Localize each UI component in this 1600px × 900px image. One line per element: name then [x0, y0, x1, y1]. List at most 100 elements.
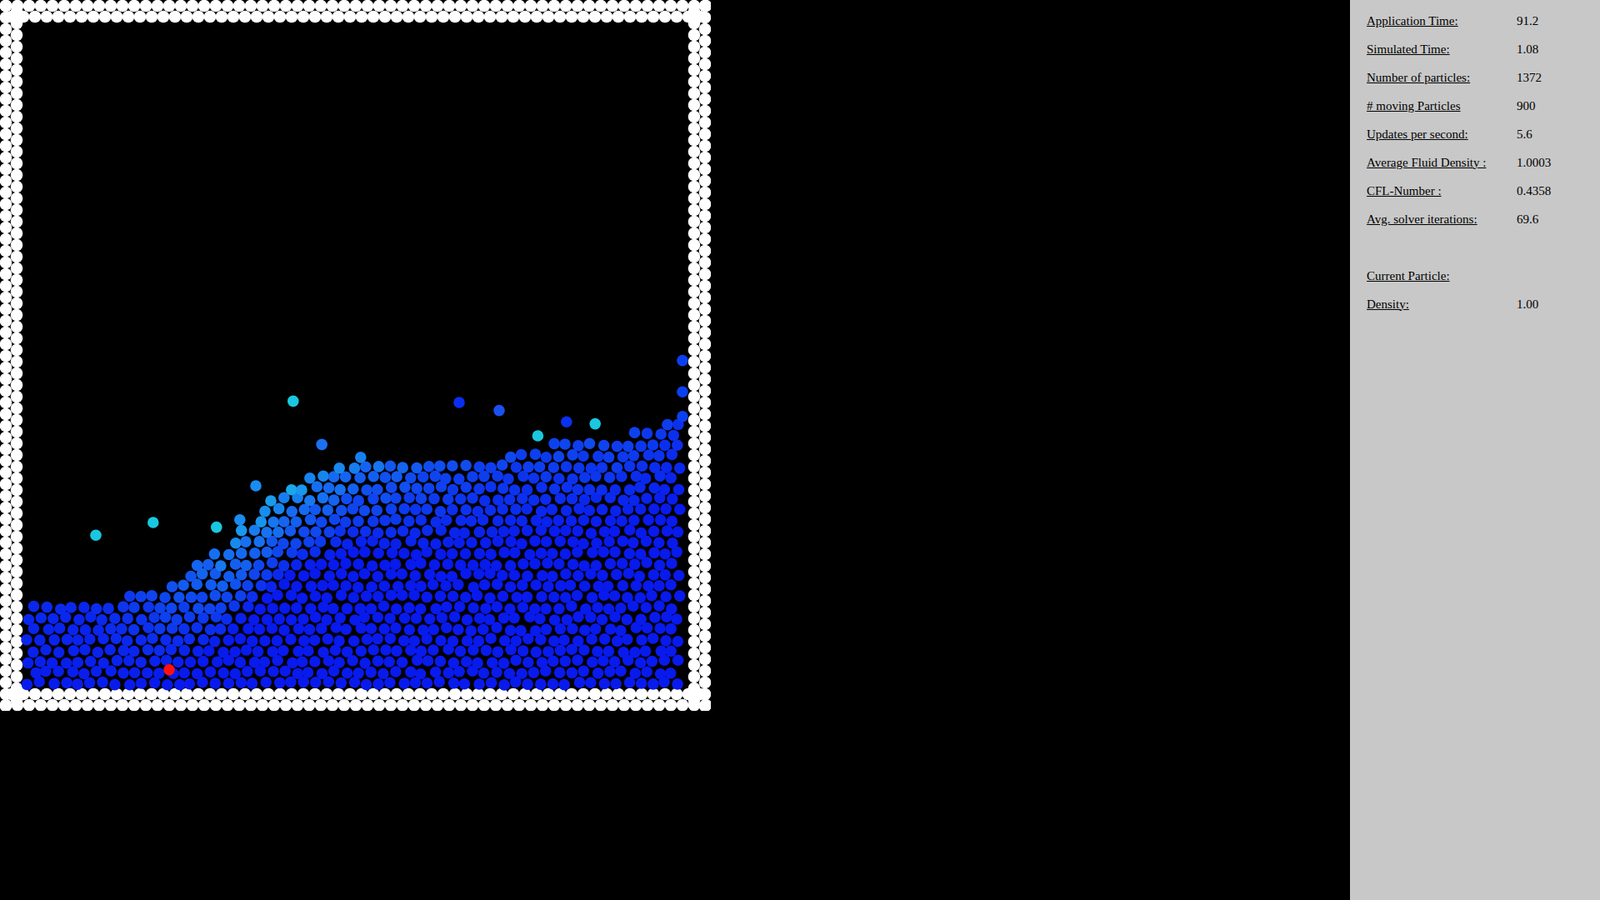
fluid-particle[interactable] [592, 450, 605, 463]
fluid-particle[interactable] [354, 472, 366, 485]
fluid-particle[interactable] [303, 535, 315, 548]
fluid-particle[interactable] [267, 516, 280, 529]
fluid-particle[interactable] [78, 668, 90, 680]
fluid-particle[interactable] [672, 526, 685, 539]
fluid-particle[interactable] [259, 656, 271, 669]
fluid-particle[interactable] [366, 560, 379, 572]
fluid-particle[interactable] [560, 568, 572, 580]
fluid-particle[interactable] [592, 667, 605, 680]
fluid-particle[interactable] [565, 515, 578, 527]
fluid-particle[interactable] [596, 461, 609, 474]
fluid-particle[interactable] [521, 591, 534, 604]
fluid-particle[interactable] [599, 525, 611, 538]
fluid-particle[interactable] [635, 677, 648, 690]
fluid-particle[interactable] [521, 525, 534, 537]
fluid-particle[interactable] [334, 484, 346, 496]
simulation-canvas[interactable] [0, 0, 711, 711]
fluid-particle[interactable] [398, 635, 410, 647]
fluid-particle[interactable] [286, 657, 299, 670]
fluid-particle[interactable] [452, 624, 465, 636]
fluid-particle[interactable] [673, 484, 685, 496]
fluid-particle[interactable] [217, 667, 230, 680]
fluid-particle[interactable] [508, 525, 520, 537]
fluid-particle[interactable] [20, 634, 33, 646]
fluid-particle[interactable] [654, 560, 666, 572]
fluid-particle[interactable] [655, 645, 668, 658]
fluid-particle[interactable] [571, 525, 584, 537]
fluid-particle[interactable] [54, 622, 66, 635]
fluid-particle[interactable] [648, 569, 660, 581]
fluid-particle[interactable] [659, 484, 671, 496]
fluid-particle[interactable] [542, 580, 555, 593]
fluid-particle[interactable] [485, 504, 497, 516]
fluid-particle[interactable] [446, 548, 459, 560]
fluid-particle[interactable] [235, 633, 247, 645]
fluid-particle[interactable] [515, 667, 528, 680]
fluid-particle[interactable] [528, 666, 540, 679]
fluid-particle[interactable] [35, 655, 47, 668]
fluid-particle[interactable] [423, 482, 435, 495]
fluid-particle[interactable] [424, 613, 436, 625]
fluid-particle[interactable] [659, 569, 671, 581]
fluid-particle[interactable] [474, 460, 486, 473]
fluid-particle[interactable] [317, 470, 330, 483]
fluid-particle[interactable] [674, 590, 686, 602]
fluid-particle[interactable] [128, 601, 140, 614]
fluid-particle[interactable] [55, 603, 67, 615]
fluid-particle[interactable] [661, 419, 674, 431]
fluid-particle[interactable] [673, 570, 685, 582]
fluid-particle[interactable] [641, 427, 654, 440]
fluid-particle[interactable] [479, 579, 491, 591]
fluid-particle[interactable] [96, 676, 109, 689]
fluid-particle[interactable] [603, 535, 615, 548]
fluid-particle[interactable] [548, 438, 560, 450]
fluid-particle[interactable] [260, 526, 273, 539]
fluid-particle[interactable] [517, 645, 530, 657]
fluid-particle[interactable] [490, 560, 503, 572]
fluid-particle[interactable] [671, 439, 684, 451]
fluid-particle[interactable] [529, 603, 541, 615]
fluid-particle[interactable] [205, 579, 217, 591]
fluid-particle[interactable] [60, 677, 73, 690]
fluid-particle[interactable] [627, 537, 640, 550]
fluid-particle[interactable] [447, 635, 460, 648]
fluid-particle[interactable] [341, 538, 354, 550]
fluid-particle[interactable] [304, 495, 316, 507]
fluid-particle[interactable] [648, 525, 660, 538]
fluid-particle[interactable] [371, 484, 384, 496]
fluid-particle[interactable] [373, 460, 385, 473]
fluid-particle[interactable] [355, 535, 368, 548]
fluid-particle[interactable] [248, 614, 260, 626]
fluid-particle[interactable] [334, 612, 346, 625]
fluid-particle[interactable] [128, 645, 140, 658]
fluid-particle[interactable] [285, 614, 298, 626]
fluid-particle[interactable] [502, 473, 515, 485]
fluid-particle[interactable] [549, 614, 561, 626]
fluid-particle[interactable] [604, 665, 616, 678]
fluid-particle[interactable] [453, 537, 465, 550]
fluid-particle[interactable] [217, 646, 230, 659]
fluid-particle[interactable] [510, 503, 522, 515]
fluid-particle[interactable] [420, 503, 433, 515]
fluid-particle[interactable] [397, 525, 410, 537]
fluid-particle[interactable] [648, 503, 660, 515]
fluid-particle[interactable] [534, 460, 546, 473]
fluid-particle[interactable] [79, 644, 91, 656]
fluid-particle[interactable] [48, 678, 60, 690]
fluid-particle[interactable] [259, 505, 271, 518]
fluid-particle[interactable] [565, 579, 577, 591]
fluid-particle[interactable] [577, 665, 590, 678]
fluid-particle[interactable] [540, 535, 553, 548]
fluid-particle[interactable] [316, 580, 329, 592]
fluid-particle[interactable] [454, 600, 466, 613]
fluid-particle[interactable] [390, 492, 402, 505]
fluid-particle[interactable] [246, 590, 259, 603]
fluid-particle[interactable] [277, 645, 290, 657]
fluid-particle[interactable] [379, 515, 391, 527]
fluid-particle[interactable] [385, 526, 397, 539]
fluid-particle[interactable] [460, 504, 472, 516]
fluid-particle[interactable] [321, 633, 334, 645]
fluid-particle[interactable] [486, 656, 499, 669]
fluid-particle[interactable] [590, 537, 603, 550]
fluid-particle[interactable] [529, 535, 541, 547]
